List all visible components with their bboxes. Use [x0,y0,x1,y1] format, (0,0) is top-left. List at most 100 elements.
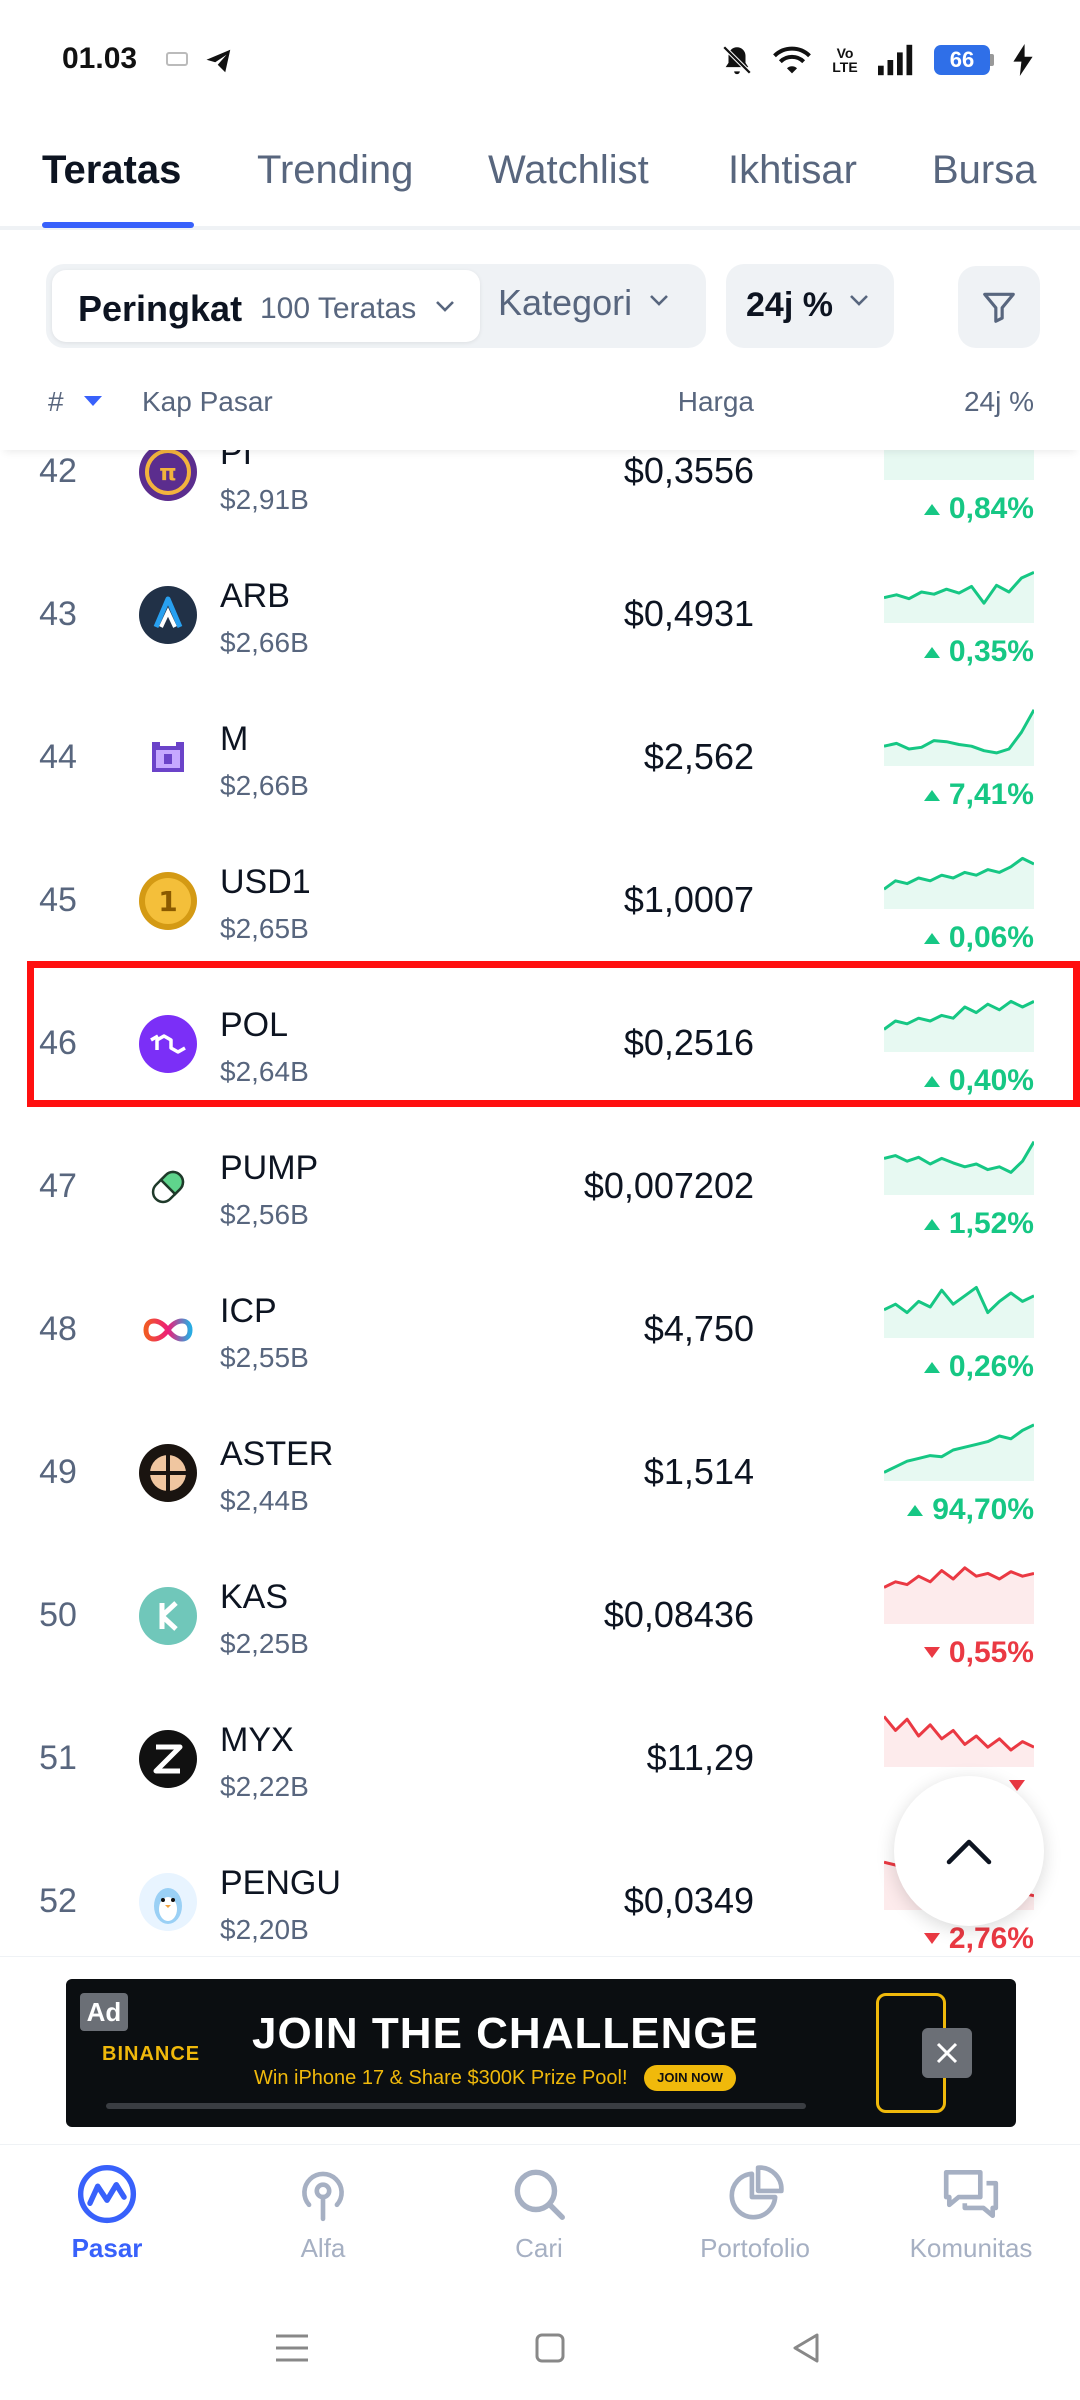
coin-row-pol[interactable]: 46 POL $2,64B $0,2516 0,40% [0,972,1080,1115]
coin-symbol: PUMP [220,1149,319,1187]
coin-change: 0,35% [923,635,1034,669]
status-bar: 01.03 Vo LTE 66 [0,0,1080,120]
tab-trending[interactable]: Trending [257,148,413,193]
coin-rank: 47 [39,1167,77,1205]
coin-change: 0,40% [923,1064,1034,1098]
search-icon [514,2169,565,2220]
column-header: # Kap Pasar Harga 24j % [0,374,1080,450]
menu-icon [276,2334,308,2362]
back-triangle-icon [793,2333,819,2363]
sparkline-chart [884,709,1034,766]
coin-symbol: ICP [220,1292,277,1330]
coin-change: 7,41% [923,778,1034,812]
home-button[interactable] [526,2324,574,2372]
nav-komunitas-label: Komunitas [909,2233,1033,2263]
sparkline-chart [884,450,1034,480]
nav-pasar-label: Pasar [71,2233,143,2263]
coin-market-cap: $2,25B [220,1628,309,1659]
battery-level: 66 [934,45,990,75]
nav-cari[interactable]: Cari [439,2163,639,2264]
svg-text:π: π [159,461,176,486]
coin-rank: 49 [39,1453,77,1491]
coin-list[interactable]: 42 π PI $2,91B $0,3556 0,84% 43 ARB $2,66B $0,493… [0,450,1080,1956]
chevron-down-icon [650,295,668,306]
coin-symbol: POL [220,1006,289,1044]
ad-banner[interactable]: Ad BINANCE JOIN THE CHALLENGE Win iPhone… [66,1979,1016,2127]
ad-close-button[interactable] [922,2028,972,2078]
wifi-icon [773,46,811,74]
coin-change-value: 2,76% [948,1922,1034,1955]
nav-portofolio-label: Portofolio [700,2233,810,2263]
coin-row-usd1[interactable]: 45 1 USD1 $2,65B $1,0007 0,06% [0,829,1080,972]
coin-row-pump[interactable]: 47 PUMP $2,56B $0,007202 1,52% [0,1115,1080,1258]
telegram-icon [206,49,231,73]
aster-logo [138,1443,198,1503]
m-logo [138,728,198,788]
coin-row-arb[interactable]: 43 ARB $2,66B $0,4931 0,35% [0,543,1080,686]
nav-alfa[interactable]: Alfa [223,2163,423,2264]
nav-portofolio[interactable]: Portofolio [655,2163,855,2264]
nav-komunitas[interactable]: Komunitas [871,2163,1071,2264]
category-filter[interactable]: Kategori [498,282,632,324]
signal-icon [878,44,913,76]
coin-symbol: ASTER [220,1435,334,1473]
price-column-header[interactable]: Harga [678,386,754,418]
back-button[interactable] [782,2324,830,2372]
sort-down-icon[interactable] [82,394,104,408]
sparkline-chart [884,856,1034,909]
coin-rank: 52 [39,1882,77,1920]
status-time: 01.03 [62,42,138,75]
coin-row-icp[interactable]: 48 ICP $2,55B $4,750 0,26% [0,1258,1080,1401]
tab-teratas[interactable]: Teratas [42,148,181,193]
coin-market-cap: $2,64B [220,1056,309,1087]
coin-change-value: 1,52% [948,1207,1034,1240]
filter-row: Peringkat 100 Teratas Kategori 24j % [0,264,1080,356]
arb-logo [138,585,198,645]
coin-change-value: 0,26% [948,1350,1034,1383]
rank-column-header[interactable]: # [48,386,64,418]
coin-symbol: USD1 [220,863,311,901]
change-column-header[interactable]: 24j % [964,386,1034,418]
home-square-icon [535,2333,565,2363]
system-nav-bar [0,2294,1080,2400]
usd1-logo: 1 [138,871,198,931]
coin-change: 2,76% [923,1922,1034,1956]
pi-logo: π [138,450,198,502]
caret-down-icon [923,1647,940,1658]
tab-watchlist[interactable]: Watchlist [488,148,649,193]
scroll-top-button[interactable] [894,1776,1044,1926]
coin-row-aster[interactable]: 49 ASTER $2,44B $1,514 94,70% [0,1401,1080,1544]
charging-icon [1013,44,1033,76]
status-icons: Vo LTE 66 [720,40,1034,80]
alpha-icon [302,2171,344,2222]
caret-up-icon [923,790,940,801]
change-period-filter[interactable]: 24j % [726,264,894,348]
nav-pasar[interactable]: Pasar [7,2163,207,2264]
caret-down-icon [923,1933,940,1944]
coin-row-kas[interactable]: 50 KAS $2,25B $0,08436 0,55% [0,1544,1080,1687]
filter-icon [983,292,1015,323]
market-cap-column-header[interactable]: Kap Pasar [142,386,273,418]
tab-bursa[interactable]: Bursa [932,148,1037,193]
coin-market-cap: $2,66B [220,770,309,801]
coin-row-m[interactable]: 44 M $2,66B $2,562 7,41% [0,686,1080,829]
ad-brand: BINANCE [102,2043,201,2065]
coin-rank: 45 [39,881,77,919]
sparkline-chart [884,1285,1034,1338]
coin-rank: 43 [39,595,77,633]
pump-logo [138,1157,198,1217]
tab-ikhtisar[interactable]: Ikhtisar [728,148,857,193]
recents-button[interactable] [268,2324,316,2372]
coin-symbol: KAS [220,1578,289,1616]
icp-logo [138,1300,198,1360]
chevron-up-icon [946,1839,992,1865]
rank-filter-value: 100 Teratas [260,292,417,325]
coin-row-pi[interactable]: 42 π PI $2,91B $0,3556 0,84% [0,450,1080,543]
sparkline-chart [884,1566,1034,1624]
coin-rank: 42 [39,452,77,490]
filter-button[interactable] [958,266,1040,348]
community-icon [943,2169,999,2219]
coin-rank: 51 [39,1739,77,1777]
ad-cta-button[interactable]: JOIN NOW [644,2065,736,2091]
rank-filter[interactable]: Peringkat 100 Teratas [52,270,480,342]
